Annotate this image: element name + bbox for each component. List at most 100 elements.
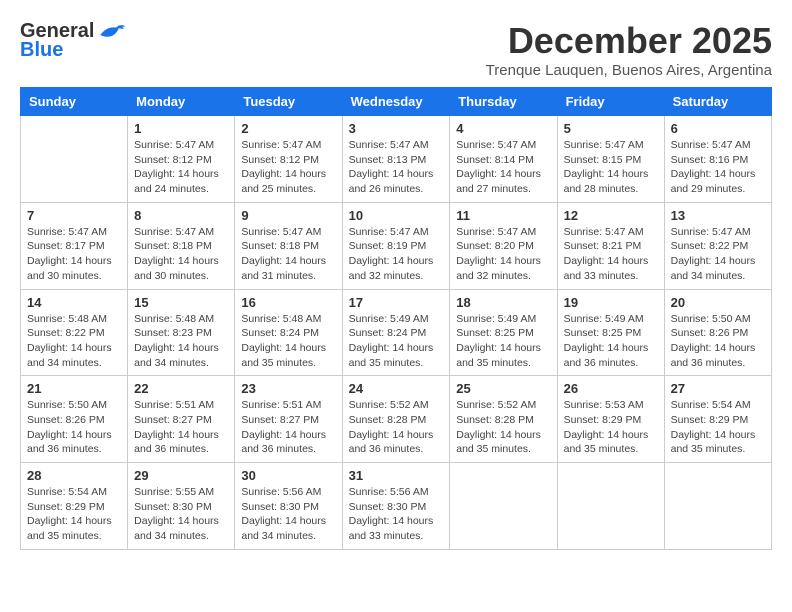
logo-bird-icon (96, 22, 126, 42)
calendar-cell: 6 Sunrise: 5:47 AM Sunset: 8:16 PM Daylig… (664, 116, 771, 203)
location-subtitle: Trenque Lauquen, Buenos Aires, Argentina (486, 62, 772, 79)
day-info: Sunrise: 5:47 AM Sunset: 8:12 PM Dayligh… (241, 138, 335, 197)
day-info: Sunrise: 5:47 AM Sunset: 8:12 PM Dayligh… (134, 138, 228, 197)
calendar-cell: 30 Sunrise: 5:56 AM Sunset: 8:30 PM Dayli… (235, 463, 342, 550)
day-number: 19 (564, 295, 658, 310)
day-number: 4 (456, 121, 550, 136)
calendar-cell: 29 Sunrise: 5:55 AM Sunset: 8:30 PM Dayli… (128, 463, 235, 550)
day-number: 12 (564, 208, 658, 223)
day-number: 9 (241, 208, 335, 223)
day-info: Sunrise: 5:47 AM Sunset: 8:18 PM Dayligh… (241, 225, 335, 284)
day-number: 15 (134, 295, 228, 310)
day-info: Sunrise: 5:47 AM Sunset: 8:15 PM Dayligh… (564, 138, 658, 197)
header: General Blue December 2025 Trenque Lauqu… (20, 20, 772, 79)
days-header-row: SundayMondayTuesdayWednesdayThursdayFrid… (21, 88, 772, 116)
day-number: 26 (564, 381, 658, 396)
day-info: Sunrise: 5:54 AM Sunset: 8:29 PM Dayligh… (671, 398, 765, 457)
day-info: Sunrise: 5:47 AM Sunset: 8:21 PM Dayligh… (564, 225, 658, 284)
day-info: Sunrise: 5:53 AM Sunset: 8:29 PM Dayligh… (564, 398, 658, 457)
day-number: 2 (241, 121, 335, 136)
month-title: December 2025 (486, 20, 772, 62)
title-section: December 2025 Trenque Lauquen, Buenos Ai… (486, 20, 772, 79)
day-info: Sunrise: 5:50 AM Sunset: 8:26 PM Dayligh… (27, 398, 121, 457)
calendar-cell (21, 116, 128, 203)
day-number: 7 (27, 208, 121, 223)
calendar-cell: 2 Sunrise: 5:47 AM Sunset: 8:12 PM Daylig… (235, 116, 342, 203)
day-info: Sunrise: 5:56 AM Sunset: 8:30 PM Dayligh… (241, 485, 335, 544)
day-info: Sunrise: 5:47 AM Sunset: 8:13 PM Dayligh… (349, 138, 444, 197)
day-header-friday: Friday (557, 88, 664, 116)
day-info: Sunrise: 5:49 AM Sunset: 8:25 PM Dayligh… (564, 312, 658, 371)
day-info: Sunrise: 5:52 AM Sunset: 8:28 PM Dayligh… (456, 398, 550, 457)
calendar-cell: 16 Sunrise: 5:48 AM Sunset: 8:24 PM Dayli… (235, 289, 342, 376)
calendar-cell: 27Sunrise: 5:54 AM Sunset: 8:29 PM Dayli… (664, 376, 771, 463)
day-number: 8 (134, 208, 228, 223)
calendar-cell: 20 Sunrise: 5:50 AM Sunset: 8:26 PM Dayli… (664, 289, 771, 376)
calendar-cell: 22Sunrise: 5:51 AM Sunset: 8:27 PM Dayli… (128, 376, 235, 463)
day-info: Sunrise: 5:49 AM Sunset: 8:25 PM Dayligh… (456, 312, 550, 371)
week-row-5: 28 Sunrise: 5:54 AM Sunset: 8:29 PM Dayli… (21, 463, 772, 550)
calendar-cell: 14 Sunrise: 5:48 AM Sunset: 8:22 PM Dayli… (21, 289, 128, 376)
calendar-cell: 10Sunrise: 5:47 AM Sunset: 8:19 PM Dayli… (342, 202, 450, 289)
week-row-2: 7 Sunrise: 5:47 AM Sunset: 8:17 PM Daylig… (21, 202, 772, 289)
day-number: 16 (241, 295, 335, 310)
day-number: 29 (134, 468, 228, 483)
day-info: Sunrise: 5:55 AM Sunset: 8:30 PM Dayligh… (134, 485, 228, 544)
day-number: 20 (671, 295, 765, 310)
calendar-cell: 13Sunrise: 5:47 AM Sunset: 8:22 PM Dayli… (664, 202, 771, 289)
calendar-cell: 11 Sunrise: 5:47 AM Sunset: 8:20 PM Dayli… (450, 202, 557, 289)
day-info: Sunrise: 5:48 AM Sunset: 8:24 PM Dayligh… (241, 312, 335, 371)
calendar-cell: 31 Sunrise: 5:56 AM Sunset: 8:30 PM Dayli… (342, 463, 450, 550)
calendar-cell: 25 Sunrise: 5:52 AM Sunset: 8:28 PM Dayli… (450, 376, 557, 463)
week-row-4: 21 Sunrise: 5:50 AM Sunset: 8:26 PM Dayli… (21, 376, 772, 463)
calendar-cell: 21 Sunrise: 5:50 AM Sunset: 8:26 PM Dayli… (21, 376, 128, 463)
calendar-table: SundayMondayTuesdayWednesdayThursdayFrid… (20, 87, 772, 550)
day-info: Sunrise: 5:56 AM Sunset: 8:30 PM Dayligh… (349, 485, 444, 544)
day-info: Sunrise: 5:47 AM Sunset: 8:22 PM Dayligh… (671, 225, 765, 284)
calendar-cell (557, 463, 664, 550)
day-info: Sunrise: 5:47 AM Sunset: 8:20 PM Dayligh… (456, 225, 550, 284)
calendar-cell: 5 Sunrise: 5:47 AM Sunset: 8:15 PM Daylig… (557, 116, 664, 203)
logo: General Blue (20, 20, 126, 62)
day-number: 1 (134, 121, 228, 136)
day-number: 30 (241, 468, 335, 483)
logo-blue: Blue (20, 39, 63, 62)
day-info: Sunrise: 5:50 AM Sunset: 8:26 PM Dayligh… (671, 312, 765, 371)
day-info: Sunrise: 5:51 AM Sunset: 8:27 PM Dayligh… (134, 398, 228, 457)
page-container: General Blue December 2025 Trenque Lauqu… (20, 20, 772, 550)
day-info: Sunrise: 5:54 AM Sunset: 8:29 PM Dayligh… (27, 485, 121, 544)
day-header-tuesday: Tuesday (235, 88, 342, 116)
calendar-cell: 4Sunrise: 5:47 AM Sunset: 8:14 PM Daylig… (450, 116, 557, 203)
day-number: 17 (349, 295, 444, 310)
day-info: Sunrise: 5:47 AM Sunset: 8:19 PM Dayligh… (349, 225, 444, 284)
calendar-cell: 7 Sunrise: 5:47 AM Sunset: 8:17 PM Daylig… (21, 202, 128, 289)
day-info: Sunrise: 5:52 AM Sunset: 8:28 PM Dayligh… (349, 398, 444, 457)
day-info: Sunrise: 5:51 AM Sunset: 8:27 PM Dayligh… (241, 398, 335, 457)
day-number: 23 (241, 381, 335, 396)
day-number: 25 (456, 381, 550, 396)
day-info: Sunrise: 5:49 AM Sunset: 8:24 PM Dayligh… (349, 312, 444, 371)
day-number: 28 (27, 468, 121, 483)
day-number: 31 (349, 468, 444, 483)
calendar-cell: 12 Sunrise: 5:47 AM Sunset: 8:21 PM Dayli… (557, 202, 664, 289)
day-number: 6 (671, 121, 765, 136)
day-info: Sunrise: 5:47 AM Sunset: 8:17 PM Dayligh… (27, 225, 121, 284)
day-number: 18 (456, 295, 550, 310)
calendar-cell (664, 463, 771, 550)
day-header-thursday: Thursday (450, 88, 557, 116)
day-number: 3 (349, 121, 444, 136)
week-row-3: 14 Sunrise: 5:48 AM Sunset: 8:22 PM Dayli… (21, 289, 772, 376)
day-info: Sunrise: 5:47 AM Sunset: 8:16 PM Dayligh… (671, 138, 765, 197)
calendar-cell (450, 463, 557, 550)
day-number: 11 (456, 208, 550, 223)
day-info: Sunrise: 5:48 AM Sunset: 8:23 PM Dayligh… (134, 312, 228, 371)
day-number: 21 (27, 381, 121, 396)
day-info: Sunrise: 5:48 AM Sunset: 8:22 PM Dayligh… (27, 312, 121, 371)
day-number: 5 (564, 121, 658, 136)
calendar-cell: 15 Sunrise: 5:48 AM Sunset: 8:23 PM Dayli… (128, 289, 235, 376)
day-number: 14 (27, 295, 121, 310)
calendar-cell: 3 Sunrise: 5:47 AM Sunset: 8:13 PM Daylig… (342, 116, 450, 203)
calendar-cell: 18 Sunrise: 5:49 AM Sunset: 8:25 PM Dayli… (450, 289, 557, 376)
calendar-cell: 1 Sunrise: 5:47 AM Sunset: 8:12 PM Daylig… (128, 116, 235, 203)
week-row-1: 1 Sunrise: 5:47 AM Sunset: 8:12 PM Daylig… (21, 116, 772, 203)
